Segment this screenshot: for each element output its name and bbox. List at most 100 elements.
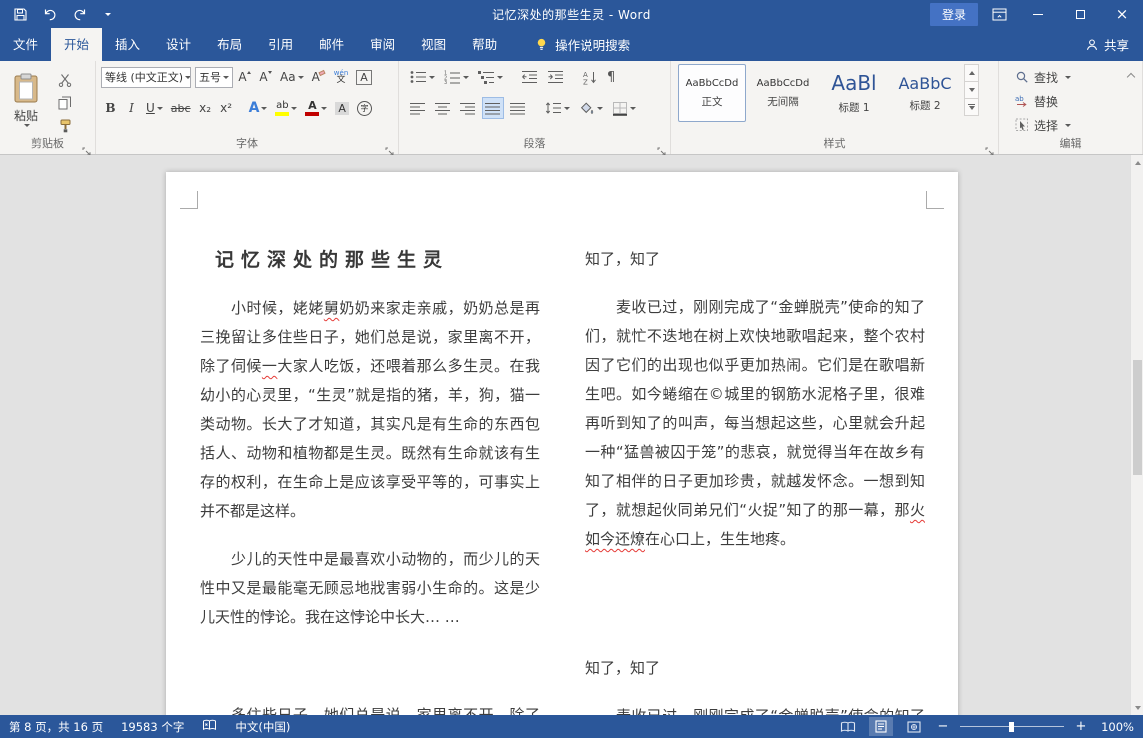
scroll-down-button[interactable] (1131, 700, 1143, 715)
justify-button[interactable] (482, 97, 504, 119)
font-size-select[interactable]: 五号 (195, 67, 233, 88)
maximize-button[interactable] (1059, 0, 1101, 28)
grow-font-button[interactable]: A (235, 66, 254, 88)
share-button[interactable]: 共享 (1071, 28, 1143, 61)
shrink-font-button[interactable]: A (256, 66, 275, 88)
zoom-in-button[interactable]: + (1073, 719, 1089, 734)
shading-button[interactable] (576, 97, 606, 119)
paste-button[interactable]: 粘贴 (4, 64, 48, 136)
character-shading-button[interactable]: A (332, 97, 352, 119)
phonetic-guide-button[interactable]: wén文 (331, 66, 351, 88)
minimize-button[interactable] (1017, 0, 1059, 28)
paragraph[interactable]: 少儿的天性中是最喜欢小动物的，而少儿的天性中又是最能毫无顾忌地戕害弱小生命的。这… (200, 545, 540, 632)
strikethrough-button[interactable]: abc (168, 97, 194, 119)
style-heading-1[interactable]: AaBl 标题 1 (820, 64, 888, 122)
borders-button[interactable] (609, 97, 639, 119)
enclose-characters-button[interactable]: 字 (354, 97, 375, 119)
page-number-indicator[interactable]: 第 8 页，共 16 页 (9, 719, 103, 735)
styles-scroll-down-button[interactable] (964, 81, 979, 99)
ribbon-display-options-button[interactable] (992, 8, 1007, 21)
bold-button[interactable]: B (101, 97, 120, 119)
paragraph-dialog-launcher[interactable] (657, 141, 667, 151)
word-count-indicator[interactable]: 19583 个字 (121, 719, 184, 735)
font-dialog-launcher[interactable] (385, 141, 395, 151)
styles-dialog-launcher[interactable] (985, 141, 995, 151)
scrollbar-thumb[interactable] (1133, 360, 1142, 475)
paragraph[interactable]: 麦收已过，刚刚完成了“金蝉脱壳”使命的知了们，就忙不迭地在树上欢快地歌唱起来，整… (585, 702, 925, 715)
align-right-button[interactable] (457, 97, 479, 119)
sign-in-button[interactable]: 登录 (930, 3, 978, 26)
line-spacing-button[interactable] (541, 97, 573, 119)
cut-button[interactable] (54, 71, 76, 89)
zoom-slider-thumb[interactable] (1009, 722, 1014, 732)
copy-button[interactable] (54, 94, 76, 112)
styles-gallery-more-button[interactable] (964, 98, 979, 116)
read-mode-button[interactable] (836, 717, 860, 736)
format-painter-button[interactable] (54, 117, 76, 135)
zoom-level-indicator[interactable]: 100% (1098, 720, 1134, 734)
subscript-button[interactable]: x₂ (196, 97, 215, 119)
tab-review[interactable]: 审阅 (357, 28, 408, 61)
paragraph[interactable]: 多住些日子，她们总是说，家里离不开，除了伺候一大家人吃饭，还喂着那么多生灵。在我… (200, 701, 540, 715)
superscript-button[interactable]: x² (217, 97, 236, 119)
tab-layout[interactable]: 布局 (204, 28, 255, 61)
text-highlight-color-button[interactable]: ab (272, 97, 300, 119)
italic-button[interactable]: I (122, 97, 141, 119)
sort-button[interactable]: AZ (579, 66, 601, 88)
tell-me-search[interactable]: 操作说明搜索 (526, 28, 638, 61)
clear-formatting-button[interactable]: A (309, 66, 329, 88)
zoom-slider[interactable] (960, 721, 1064, 733)
tab-design[interactable]: 设计 (153, 28, 204, 61)
zoom-out-button[interactable]: − (935, 719, 951, 734)
multilevel-list-button[interactable] (475, 66, 506, 88)
customize-quick-access-toolbar-button[interactable] (103, 13, 111, 16)
tab-help[interactable]: 帮助 (459, 28, 510, 61)
underline-button[interactable]: U (143, 97, 166, 119)
proofing-errors-indicator[interactable] (202, 719, 217, 735)
document-heading[interactable]: 知了，知了 (585, 654, 925, 683)
change-case-button[interactable]: Aa (277, 66, 307, 88)
styles-scroll-up-button[interactable] (964, 64, 979, 82)
select-button[interactable]: 选择 (1015, 114, 1142, 136)
save-button[interactable] (14, 8, 27, 21)
scroll-up-button[interactable] (1131, 155, 1143, 170)
style-normal[interactable]: AaBbCcDd 正文 (678, 64, 746, 122)
vertical-scrollbar[interactable] (1130, 155, 1143, 715)
character-border-button[interactable]: A (353, 66, 375, 88)
align-center-button[interactable] (432, 97, 454, 119)
tab-home[interactable]: 开始 (51, 28, 102, 61)
align-left-button[interactable] (407, 97, 429, 119)
document-column-right[interactable]: 知了，知了麦收已过，刚刚完成了“金蝉脱壳”使命的知了们，就忙不迭地在树上欢快地歌… (585, 245, 925, 715)
clipboard-dialog-launcher[interactable] (82, 141, 92, 151)
document-column-left[interactable]: 记忆深处的那些生灵小时候，姥姥舅奶奶来家走亲戚，奶奶总是再三挽留让多住些日子，她… (200, 245, 540, 715)
numbering-button[interactable]: 123 (441, 66, 472, 88)
font-name-select[interactable]: 等线 (中文正文) (101, 67, 191, 88)
tab-view[interactable]: 视图 (408, 28, 459, 61)
document-title[interactable]: 记忆深处的那些生灵 (215, 245, 540, 275)
increase-indent-button[interactable] (544, 66, 567, 88)
bullets-button[interactable] (407, 66, 438, 88)
print-layout-button[interactable] (869, 717, 893, 736)
distribute-text-button[interactable] (507, 97, 529, 119)
paragraph[interactable]: 小时候，姥姥舅奶奶来家走亲戚，奶奶总是再三挽留让多住些日子，她们总是说，家里离不… (200, 294, 540, 526)
style-heading-2[interactable]: AaBbC 标题 2 (891, 64, 959, 122)
web-layout-button[interactable] (902, 717, 926, 736)
language-indicator[interactable]: 中文(中国) (235, 719, 290, 735)
redo-button[interactable] (73, 8, 87, 21)
replace-button[interactable]: ab 替换 (1015, 90, 1142, 112)
close-button[interactable]: × (1101, 0, 1143, 28)
tab-insert[interactable]: 插入 (102, 28, 153, 61)
document-page[interactable]: 记忆深处的那些生灵小时候，姥姥舅奶奶来家走亲戚，奶奶总是再三挽留让多住些日子，她… (166, 172, 958, 715)
tab-references[interactable]: 引用 (255, 28, 306, 61)
style-no-spacing[interactable]: AaBbCcDd 无间隔 (749, 64, 817, 122)
collapse-ribbon-button[interactable] (1124, 69, 1138, 81)
text-effects-button[interactable]: A (246, 97, 271, 119)
document-heading[interactable]: 知了，知了 (585, 245, 925, 274)
decrease-indent-button[interactable] (518, 66, 541, 88)
font-color-button[interactable]: A (302, 97, 330, 119)
paragraph[interactable]: 麦收已过，刚刚完成了“金蝉脱壳”使命的知了们，就忙不迭地在树上欢快地歌唱起来，整… (585, 293, 925, 554)
tab-file[interactable]: 文件 (0, 28, 51, 61)
show-paragraph-marks-button[interactable]: ¶ (604, 66, 618, 88)
find-button[interactable]: 查找 (1015, 66, 1142, 88)
tab-mailings[interactable]: 邮件 (306, 28, 357, 61)
